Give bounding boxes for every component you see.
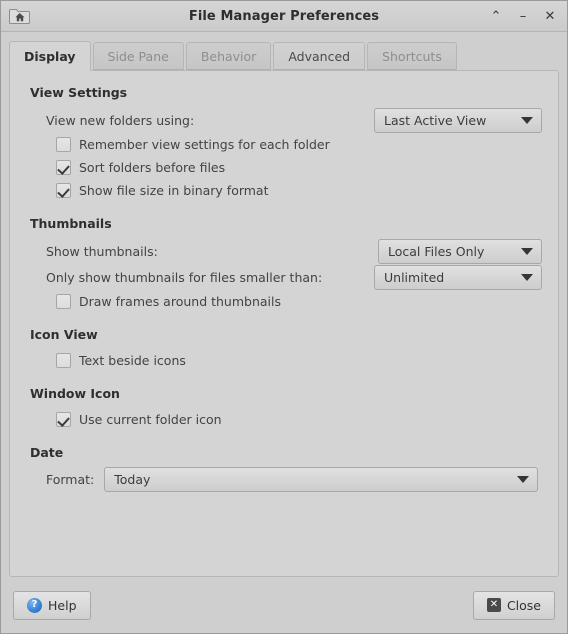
date-format-label: Format: bbox=[46, 472, 95, 487]
date-format-combo[interactable]: Today bbox=[104, 467, 538, 492]
display-tab-panel: View Settings View new folders using: La… bbox=[9, 70, 559, 577]
remember-view-settings-label: Remember view settings for each folder bbox=[79, 137, 330, 152]
tab-bar: Display Side Pane Behavior Advanced Shor… bbox=[9, 39, 559, 71]
minimize-window-icon[interactable]: – bbox=[515, 8, 531, 24]
binary-format-row[interactable]: Show file size in binary format bbox=[56, 179, 542, 202]
help-button-label: Help bbox=[48, 597, 77, 613]
close-window-icon[interactable]: ✕ bbox=[542, 8, 558, 24]
tab-behavior[interactable]: Behavior bbox=[185, 42, 272, 70]
tab-shortcuts[interactable]: Shortcuts bbox=[367, 42, 457, 70]
draw-frames-checkbox[interactable] bbox=[56, 294, 71, 309]
window-icon-title: Window Icon bbox=[30, 386, 120, 401]
view-new-folders-value: Last Active View bbox=[384, 112, 487, 128]
home-folder-icon bbox=[8, 4, 31, 27]
icon-view-title: Icon View bbox=[30, 327, 98, 342]
view-new-folders-row: View new folders using: Last Active View bbox=[46, 107, 542, 133]
date-format-row: Format: Today bbox=[46, 467, 538, 492]
section-view-settings: View Settings View new folders using: La… bbox=[26, 85, 542, 202]
view-new-folders-combo[interactable]: Last Active View bbox=[374, 107, 542, 133]
help-button[interactable]: ? Help bbox=[13, 590, 91, 620]
show-thumbnails-row: Show thumbnails: Local Files Only bbox=[46, 238, 542, 264]
draw-frames-row[interactable]: Draw frames around thumbnails bbox=[56, 290, 542, 313]
show-thumbnails-combo[interactable]: Local Files Only bbox=[378, 238, 542, 264]
binary-format-checkbox[interactable] bbox=[56, 183, 71, 198]
remember-view-settings-row[interactable]: Remember view settings for each folder bbox=[56, 133, 542, 156]
view-new-folders-label: View new folders using: bbox=[46, 112, 195, 128]
draw-frames-label: Draw frames around thumbnails bbox=[79, 294, 281, 309]
chevron-down-icon bbox=[521, 273, 533, 281]
text-beside-icons-label: Text beside icons bbox=[79, 353, 186, 368]
tab-advanced[interactable]: Advanced bbox=[273, 42, 366, 70]
thumbnail-size-limit-row: Only show thumbnails for files smaller t… bbox=[46, 264, 542, 290]
sort-folders-before-files-checkbox[interactable] bbox=[56, 160, 71, 175]
preferences-dialog: File Manager Preferences ⌃ – ✕ Display S… bbox=[0, 0, 568, 634]
chevron-down-icon bbox=[521, 247, 533, 255]
use-current-folder-icon-label: Use current folder icon bbox=[79, 412, 222, 427]
text-beside-icons-checkbox[interactable] bbox=[56, 353, 71, 368]
chevron-down-icon bbox=[517, 476, 529, 483]
date-title: Date bbox=[30, 445, 64, 460]
date-format-value: Today bbox=[114, 472, 151, 487]
shade-window-icon[interactable]: ⌃ bbox=[488, 8, 504, 24]
use-current-folder-icon-checkbox[interactable] bbox=[56, 412, 71, 427]
view-settings-title: View Settings bbox=[30, 85, 128, 100]
section-icon-view: Icon View Text beside icons bbox=[26, 327, 542, 372]
show-thumbnails-label: Show thumbnails: bbox=[46, 243, 158, 259]
close-button-label: Close bbox=[506, 597, 541, 613]
title-bar: File Manager Preferences ⌃ – ✕ bbox=[1, 1, 567, 32]
tab-side-pane[interactable]: Side Pane bbox=[92, 42, 184, 70]
text-beside-icons-row[interactable]: Text beside icons bbox=[56, 349, 542, 372]
section-window-icon: Window Icon Use current folder icon bbox=[26, 386, 542, 431]
show-thumbnails-value: Local Files Only bbox=[388, 243, 485, 259]
close-icon: ✕ bbox=[486, 598, 501, 612]
tab-display[interactable]: Display bbox=[9, 41, 91, 71]
remember-view-settings-checkbox[interactable] bbox=[56, 137, 71, 152]
thumbnails-title: Thumbnails bbox=[30, 216, 112, 231]
window-title: File Manager Preferences bbox=[188, 8, 380, 24]
thumbnail-size-limit-combo[interactable]: Unlimited bbox=[374, 264, 542, 290]
binary-format-label: Show file size in binary format bbox=[79, 183, 269, 198]
help-icon: ? bbox=[27, 597, 42, 613]
dialog-action-bar: ? Help ✕ Close bbox=[1, 577, 567, 633]
thumbnail-size-limit-label: Only show thumbnails for files smaller t… bbox=[46, 269, 323, 285]
use-current-folder-icon-row[interactable]: Use current folder icon bbox=[56, 408, 542, 431]
preferences-notebook: Display Side Pane Behavior Advanced Shor… bbox=[9, 39, 559, 577]
sort-folders-before-files-label: Sort folders before files bbox=[79, 160, 226, 175]
window-controls: ⌃ – ✕ bbox=[488, 1, 558, 31]
thumbnail-size-limit-value: Unlimited bbox=[384, 269, 445, 285]
section-date: Date Format: Today bbox=[26, 445, 542, 492]
section-thumbnails: Thumbnails Show thumbnails: Local Files … bbox=[26, 216, 542, 313]
chevron-down-icon bbox=[521, 116, 533, 124]
close-button[interactable]: ✕ Close bbox=[472, 590, 555, 620]
sort-folders-before-files-row[interactable]: Sort folders before files bbox=[56, 156, 542, 179]
